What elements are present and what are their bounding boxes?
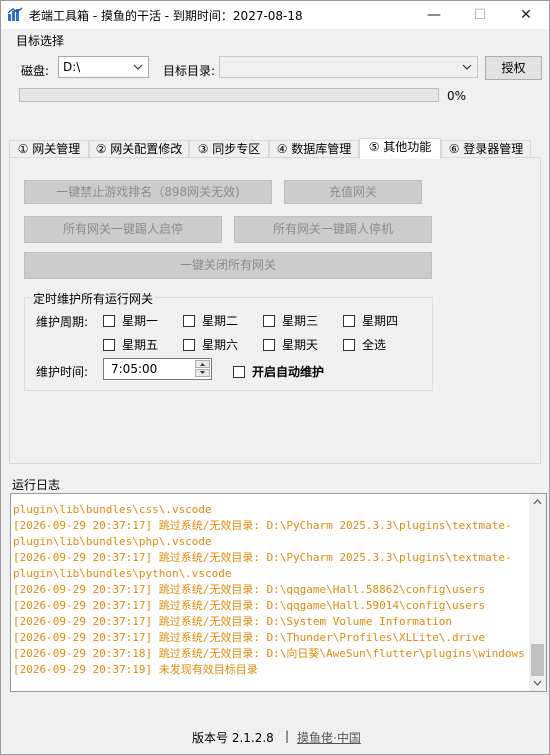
version-text: 版本号 2.1.2.8 <box>192 731 274 745</box>
maintenance-time-value: 7:05:00 <box>111 362 158 376</box>
checkbox-label: 全选 <box>362 338 387 352</box>
chevron-down-icon <box>133 64 143 70</box>
chevron-down-icon <box>462 64 472 70</box>
checkbox-box <box>263 338 275 351</box>
tab-launcher-management[interactable]: ⑥ 登录器管理 <box>441 140 531 158</box>
time-spinner <box>195 360 210 378</box>
checkbox-box <box>263 314 275 327</box>
log-line: plugin\lib\bundles\python\.vscode <box>13 567 232 580</box>
checkbox-box <box>103 338 115 351</box>
target-dir-select[interactable] <box>219 56 478 78</box>
log-line: [2026-09-29 20:37:19] 未发现有效目标目录 <box>13 663 258 676</box>
tab-gateway-management[interactable]: ① 网关管理 <box>9 140 89 158</box>
checkbox-saturday[interactable]: 星期六 <box>183 336 238 353</box>
disk-select-value: D:\ <box>63 60 81 74</box>
tab-sync-zone[interactable]: ③ 同步专区 <box>189 140 269 158</box>
recharge-gateway-button[interactable]: 充值网关 <box>284 180 422 204</box>
checkbox-box <box>183 338 195 351</box>
tab-other-functions[interactable]: ⑤ 其他功能 <box>359 138 441 159</box>
checkbox-select-all[interactable]: 全选 <box>343 336 386 353</box>
maximize-button[interactable]: ☐ <box>457 1 503 29</box>
close-button[interactable]: ✕ <box>503 1 549 29</box>
checkbox-box <box>343 338 355 351</box>
disk-label: 磁盘: <box>21 64 50 78</box>
target-dir-label: 目标目录: <box>163 64 216 78</box>
log-line: [2026-09-29 20:37:17] 跳过系统/无效目录: D:\PyCh… <box>13 551 512 564</box>
tab-strip: ① 网关管理 ② 网关配置修改 ③ 同步专区 ④ 数据库管理 ⑤ 其他功能 ⑥ … <box>9 138 531 159</box>
title-bar: 老端工具箱 - 摸鱼的干活 - 到期时间：2027-08-18 — ☐ ✕ <box>1 1 549 29</box>
checkbox-label: 星期四 <box>362 314 399 328</box>
log-line: [2026-09-29 20:37:17] 跳过系统/无效目录: D:\qqga… <box>13 599 486 612</box>
window-title: 老端工具箱 - 摸鱼的干活 - 到期时间：2027-08-18 <box>29 9 303 23</box>
checkbox-sunday[interactable]: 星期天 <box>263 336 318 353</box>
checkbox-label: 开启自动维护 <box>252 365 325 379</box>
ban-game-ranking-button[interactable]: 一键禁止游戏排名（898网关无效) <box>24 180 272 204</box>
log-line: [2026-09-29 20:37:17] 跳过系统/无效目录: D:\Syst… <box>13 615 452 628</box>
checkbox-box <box>103 314 115 327</box>
tab-database-management[interactable]: ④ 数据库管理 <box>269 140 359 158</box>
time-label: 维护时间: <box>36 365 89 379</box>
checkbox-box <box>183 314 195 327</box>
log-line: plugin\lib\bundles\css\.vscode <box>13 503 212 516</box>
log-textbox[interactable]: plugin\lib\bundles\css\.vscode [2026-09-2… <box>10 493 547 692</box>
spin-down-button[interactable] <box>195 369 210 377</box>
checkbox-label: 星期三 <box>282 314 319 328</box>
kick-all-stop-button[interactable]: 所有网关一键踢人停机 <box>234 216 432 243</box>
log-line: plugin\lib\bundles\php\.vscode <box>13 535 212 548</box>
log-line: [2026-09-29 20:37:17] 跳过系统/无效目录: D:\PyCh… <box>13 519 512 532</box>
log-label: 运行日志 <box>12 478 61 492</box>
checkbox-box <box>343 314 355 327</box>
checkbox-label: 星期六 <box>202 338 239 352</box>
target-select-group-label: 目标选择 <box>16 34 65 48</box>
spin-up-button[interactable] <box>195 360 210 368</box>
scroll-down-icon[interactable] <box>529 674 546 691</box>
checkbox-monday[interactable]: 星期一 <box>103 312 158 329</box>
checkbox-label: 星期二 <box>202 314 239 328</box>
disk-select[interactable]: D:\ <box>58 56 149 78</box>
checkbox-wednesday[interactable]: 星期三 <box>263 312 318 329</box>
app-window: 老端工具箱 - 摸鱼的干活 - 到期时间：2027-08-18 — ☐ ✕ 目标… <box>0 0 550 755</box>
footer: 版本号 2.1.2.8 | 摸鱼佬·中国 <box>1 721 549 751</box>
checkbox-label: 星期一 <box>122 314 159 328</box>
footer-separator: | <box>285 729 290 743</box>
period-label: 维护周期: <box>36 315 89 329</box>
checkbox-tuesday[interactable]: 星期二 <box>183 312 238 329</box>
maintenance-time-picker[interactable]: 7:05:00 <box>103 358 212 380</box>
log-line: [2026-09-29 20:37:18] 跳过系统/无效目录: D:\向日葵\… <box>13 647 525 660</box>
scroll-up-icon[interactable] <box>529 494 546 511</box>
progress-bar <box>19 88 439 102</box>
checkbox-friday[interactable]: 星期五 <box>103 336 158 353</box>
auto-maintenance-checkbox[interactable]: 开启自动维护 <box>233 363 324 380</box>
website-link[interactable]: 摸鱼佬·中国 <box>297 729 361 746</box>
progress-text: 0% <box>447 89 467 103</box>
kick-all-start-button[interactable]: 所有网关一键踢人启停 <box>24 216 222 243</box>
log-scrollbar[interactable] <box>529 494 546 691</box>
log-line: [2026-09-29 20:37:17] 跳过系统/无效目录: D:\qqga… <box>13 583 486 596</box>
scroll-thumb[interactable] <box>531 644 544 676</box>
tab-gateway-config[interactable]: ② 网关配置修改 <box>89 140 189 158</box>
checkbox-label: 星期天 <box>282 338 319 352</box>
minimize-button[interactable]: — <box>411 1 457 29</box>
close-all-gateways-button[interactable]: 一键关闭所有网关 <box>24 252 432 279</box>
authorize-button[interactable]: 授权 <box>485 56 542 80</box>
checkbox-box <box>233 365 245 378</box>
checkbox-label: 星期五 <box>122 338 159 352</box>
log-lines: plugin\lib\bundles\css\.vscode [2026-09-2… <box>13 502 528 678</box>
log-line: [2026-09-29 20:37:17] 跳过系统/无效目录: D:\Thun… <box>13 631 486 644</box>
app-logo-icon <box>7 7 23 21</box>
maintenance-legend: 定时维护所有运行网关 <box>31 290 156 307</box>
checkbox-thursday[interactable]: 星期四 <box>343 312 398 329</box>
